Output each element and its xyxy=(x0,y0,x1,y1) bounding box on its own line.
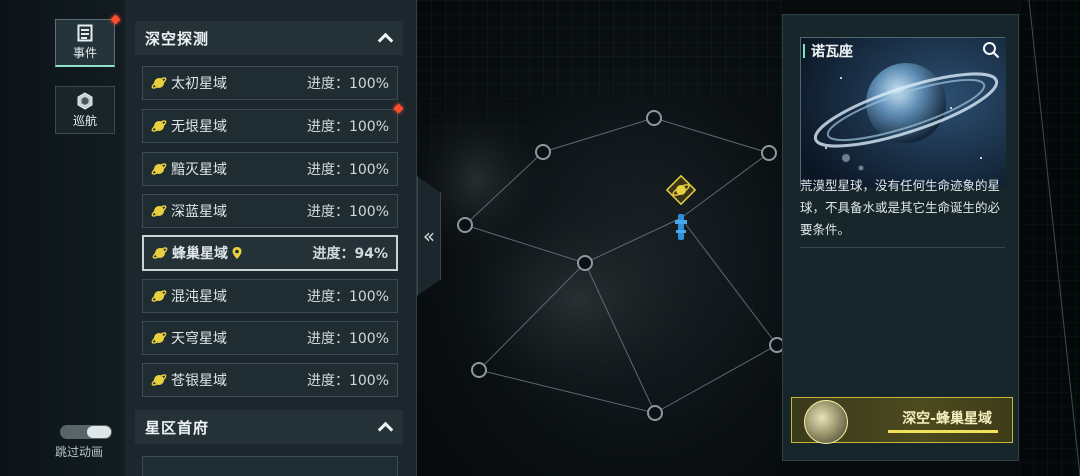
region-progress: 进度：100% xyxy=(306,204,389,220)
section-header-capital[interactable]: 星区首府 xyxy=(135,410,403,444)
current-planet-marker[interactable] xyxy=(665,174,697,206)
region-name: 深蓝星域 xyxy=(171,204,227,220)
current-location-text: 深空-蜂巢星域 xyxy=(902,411,992,427)
region-row-wuyin[interactable]: 无垠星域 进度：100% xyxy=(142,109,398,143)
star-map-graphic xyxy=(417,0,782,421)
region-row-tianqiong[interactable]: 天穹星域 进度：100% xyxy=(142,321,398,355)
region-progress: 进度：100% xyxy=(306,373,389,389)
region-name: 黯灭星域 xyxy=(171,162,227,178)
region-row-anmie[interactable]: 黯灭星域 进度：100% xyxy=(142,152,398,186)
collapse-panel-button[interactable]: « xyxy=(417,176,441,296)
current-location-banner[interactable]: 深空-蜂巢星域 xyxy=(791,397,1013,444)
document-icon xyxy=(77,24,93,42)
location-pin-icon xyxy=(232,247,242,259)
cruise-button[interactable]: 巡航 xyxy=(55,86,115,134)
section-title: 星区首府 xyxy=(145,418,210,437)
planet-description: 荒漠型星球，没有任何生命迹象的星球，不具备水或是其它生命诞生的必要条件。 xyxy=(800,178,1001,237)
region-name: 混沌星域 xyxy=(171,289,227,305)
region-row-hundun[interactable]: 混沌星域 进度：100% xyxy=(142,279,398,313)
planet-icon xyxy=(152,247,168,259)
region-progress: 进度：94% xyxy=(312,246,388,262)
region-row-partial[interactable] xyxy=(142,456,398,476)
region-row-shenlan[interactable]: 深蓝星域 进度：100% xyxy=(142,194,398,228)
right-edge-map xyxy=(1019,0,1080,476)
cruise-label: 巡航 xyxy=(72,113,97,128)
skip-animation-label: 跳过动画 xyxy=(55,445,104,459)
planet-icon xyxy=(151,290,167,302)
region-row-taichu[interactable]: 太初星域 进度：100% xyxy=(142,66,398,100)
planet-icon xyxy=(151,163,167,175)
planet-image-frame: 诺瓦座 xyxy=(800,37,1006,188)
region-name: 苍银星域 xyxy=(171,373,227,389)
section-header-deep-space[interactable]: 深空探测 xyxy=(135,21,403,55)
region-progress: 进度：100% xyxy=(306,162,389,178)
grid-overlay xyxy=(1019,0,1080,476)
skip-animation-toggle[interactable] xyxy=(60,425,112,439)
region-name: 天穹星域 xyxy=(171,331,227,347)
region-row-cangyin[interactable]: 苍银星域 进度：100% xyxy=(142,363,398,397)
section-title: 深空探测 xyxy=(145,29,210,48)
region-panel: 深空探测 太初星域 进度：100% 无垠星域 进度：100% 黯灭星域 进度：1… xyxy=(125,0,417,476)
region-progress: 进度：100% xyxy=(306,331,389,347)
planet-title: 诺瓦座 xyxy=(803,40,853,62)
grid-overlay xyxy=(417,0,782,95)
current-location-bar xyxy=(888,430,998,433)
region-row-fengchao-selected[interactable]: 蜂巢星域 进度：94% xyxy=(142,235,398,271)
planet-icon xyxy=(151,120,167,132)
region-progress: 进度：100% xyxy=(306,76,389,92)
region-progress: 进度：100% xyxy=(306,289,389,305)
double-chevron-left-icon: « xyxy=(422,224,436,248)
card-divider xyxy=(800,247,1005,248)
planet-icon xyxy=(151,205,167,217)
events-label: 事件 xyxy=(72,46,97,60)
region-name: 蜂巢星域 xyxy=(172,246,228,262)
region-name: 太初星域 xyxy=(171,76,227,92)
chevron-up-icon[interactable] xyxy=(377,419,393,435)
toggle-knob xyxy=(87,426,111,438)
planet-icon xyxy=(151,332,167,344)
planet-name: 诺瓦座 xyxy=(811,44,853,60)
moon-icon xyxy=(804,400,848,444)
star-map[interactable] xyxy=(417,0,782,476)
events-button[interactable]: 事件 xyxy=(55,19,115,67)
region-name: 无垠星域 xyxy=(171,119,227,135)
left-nav: 事件 巡航 跳过动画 xyxy=(0,0,125,476)
planet-icon xyxy=(151,77,167,89)
search-icon[interactable] xyxy=(982,41,1000,59)
hexagon-icon xyxy=(77,91,93,110)
planet-icon xyxy=(151,374,167,386)
planet-info-card: 诺瓦座 荒漠型星球，没有任何生命迹象的星球，不具备水或是其它生命诞生的必要条件。… xyxy=(782,14,1019,461)
region-progress: 进度：100% xyxy=(306,119,389,135)
chevron-up-icon[interactable] xyxy=(377,30,393,46)
